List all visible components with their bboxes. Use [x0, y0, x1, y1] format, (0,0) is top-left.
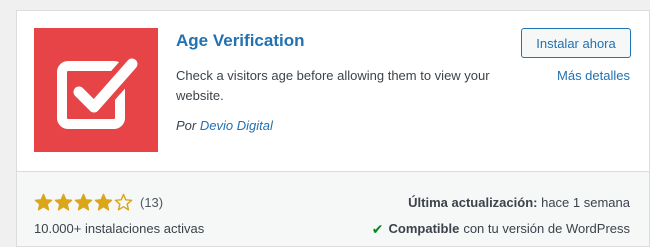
active-installs: 10.000+ instalaciones activas [34, 221, 205, 236]
plugin-card-bottom: (13) 10.000+ instalaciones activas Últim… [17, 171, 649, 246]
checkmark-icon: ✔ [371, 221, 384, 237]
star-filled-icon [34, 193, 53, 211]
last-updated-value: hace 1 semana [541, 195, 630, 210]
plugin-description: Check a visitors age before allowing the… [176, 68, 490, 103]
author-prefix: Por [176, 118, 197, 133]
install-now-button[interactable]: Instalar ahora [521, 28, 631, 58]
rating-count[interactable]: (13) [140, 195, 163, 210]
plugin-card-top: Age Verification Check a visitors age be… [17, 11, 649, 171]
plugin-icon[interactable] [34, 28, 158, 152]
plugin-rating: (13) [34, 193, 163, 212]
plugin-title-link[interactable]: Age Verification [176, 29, 304, 53]
plugin-card: Age Verification Check a visitors age be… [16, 10, 650, 247]
compat-text: con tu versión de WordPress [463, 221, 630, 236]
star-filled-icon [74, 193, 93, 211]
compatibility-status: ✔ Compatible con tu versión de WordPress [372, 220, 630, 238]
last-updated-label: Última actualización: [408, 195, 538, 210]
author-link[interactable]: Devio Digital [200, 118, 273, 133]
star-empty-icon [114, 193, 133, 211]
checkbox-check-icon [57, 53, 143, 129]
star-filled-icon [54, 193, 73, 211]
compat-strong: Compatible [388, 221, 460, 236]
last-updated: Última actualización: hace 1 semana [408, 194, 630, 212]
plugin-author: Por Devio Digital [176, 116, 273, 136]
star-rating [34, 193, 134, 212]
more-details-link[interactable]: Más detalles [557, 67, 630, 85]
star-filled-icon [94, 193, 113, 211]
